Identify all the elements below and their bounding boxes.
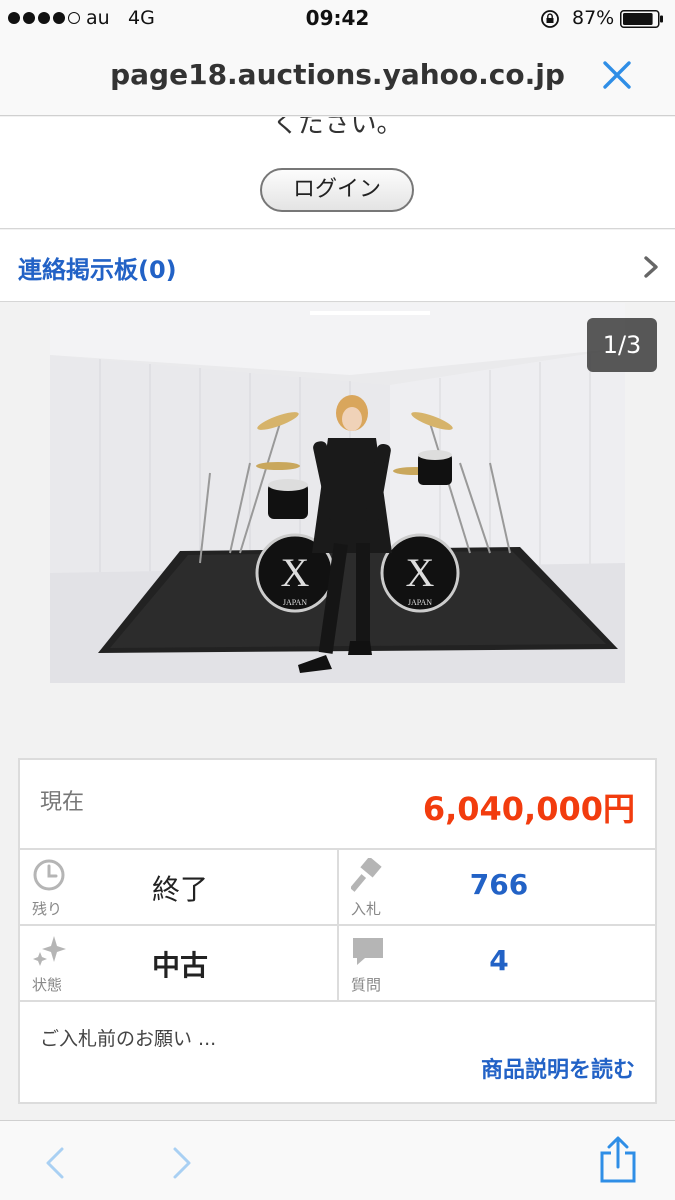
- drum-x-logo: X: [281, 550, 310, 595]
- bid-notice-text: ご入札前のお願い ...: [40, 1028, 217, 1050]
- bids-label: 入札: [351, 900, 382, 918]
- speech-bubble-icon: [353, 938, 383, 965]
- share-icon[interactable]: [598, 1135, 638, 1185]
- image-counter-badge: 1/3: [587, 318, 657, 372]
- browser-toolbar: [0, 1120, 675, 1200]
- auction-info-card: 現在 6,040,000円 残り 終了 入札 766 状態 中古 質問 4 ご入…: [18, 758, 657, 1104]
- time-left-cell: 残り 終了: [20, 850, 339, 926]
- login-button[interactable]: ログイン: [260, 168, 414, 212]
- condition-cell: 状態 中古: [20, 926, 339, 1002]
- condition-label: 状態: [32, 976, 63, 994]
- status-bar: au 4G 09:42 87%: [0, 0, 675, 38]
- bids-value[interactable]: 766: [399, 868, 599, 901]
- condition-value: 中古: [151, 949, 208, 982]
- questions-label: 質問: [351, 976, 382, 994]
- login-prompt-section: ください。 ログイン: [0, 117, 675, 229]
- gavel-icon: [351, 858, 382, 892]
- battery-percentage: 87%: [572, 7, 615, 29]
- bid-notice-row: ご入札前のお願い ... 商品説明を読む: [20, 1002, 655, 1102]
- product-photo[interactable]: X JAPAN X JAPAN: [50, 303, 625, 683]
- message-board-row[interactable]: 連絡掲示板(0): [0, 230, 675, 302]
- message-board-label: 連絡掲示板(0): [18, 256, 177, 284]
- drum-brand-text: JAPAN: [283, 598, 307, 607]
- product-photo-drawing: X JAPAN X JAPAN: [50, 303, 625, 683]
- chevron-right-icon: [644, 256, 658, 278]
- rotation-lock-icon: [541, 10, 559, 28]
- battery-icon: [620, 10, 663, 28]
- time-left-label: 残り: [32, 900, 63, 918]
- bids-cell[interactable]: 入札 766: [339, 850, 655, 926]
- time-left-value: 終了: [151, 873, 208, 906]
- browser-address-bar: page18.auctions.yahoo.co.jp: [0, 38, 675, 116]
- drum-x-logo-right: X: [406, 550, 435, 595]
- current-price-row: 現在 6,040,000円: [20, 760, 655, 850]
- back-arrow-icon[interactable]: [40, 1143, 70, 1183]
- close-icon[interactable]: [600, 58, 634, 92]
- cut-off-message: ください。: [272, 117, 403, 139]
- current-price-value: 6,040,000円: [422, 790, 635, 828]
- drum-brand-text-right: JAPAN: [408, 598, 432, 607]
- sparkle-icon: [33, 936, 66, 966]
- clock-icon: [33, 859, 65, 891]
- url-text[interactable]: page18.auctions.yahoo.co.jp: [0, 58, 675, 91]
- read-description-link[interactable]: 商品説明を読む: [481, 1052, 635, 1084]
- current-price-label: 現在: [40, 790, 85, 815]
- questions-cell[interactable]: 質問 4: [339, 926, 655, 1002]
- questions-value[interactable]: 4: [399, 944, 599, 977]
- forward-arrow-icon[interactable]: [167, 1143, 197, 1183]
